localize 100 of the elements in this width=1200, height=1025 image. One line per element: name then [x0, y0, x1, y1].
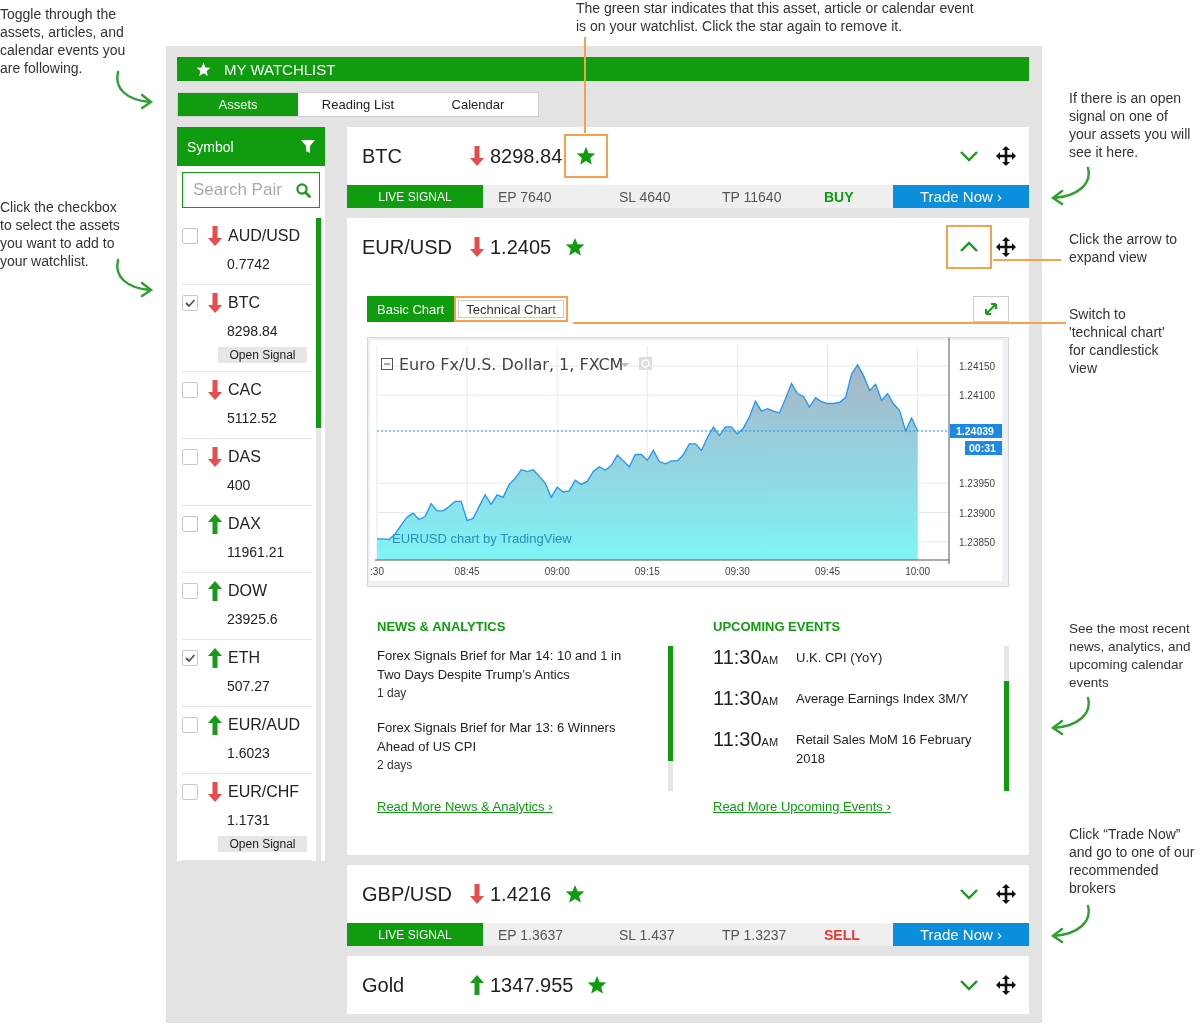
search-icon[interactable]: [296, 183, 311, 198]
asset-price: 1.4216: [490, 882, 552, 906]
annotation-text: Click the checkbox to select the assets you want to add to your watchlist.: [0, 198, 121, 270]
asset-price: 11961.21: [227, 544, 286, 560]
signal-badge: Open Signal: [218, 347, 307, 363]
stop-loss: SL 4640: [618, 187, 672, 207]
stop-loss: SL 1.437: [618, 925, 676, 945]
news-headline[interactable]: Forex Signals Brief for Mar 14: 10 and 1 in Two Days Despite Trump’s Antics: [377, 646, 639, 684]
take-profit: TP 11640: [721, 187, 783, 207]
event-title[interactable]: Retail Sales MoM 16 February 2018: [796, 728, 981, 769]
scrollbar[interactable]: [316, 218, 321, 861]
event-title[interactable]: Average Earnings Index 3M/Y: [796, 687, 981, 728]
checkbox[interactable]: [182, 650, 198, 666]
asset-price: 1.2405: [490, 235, 552, 259]
axis-label: 09:15: [634, 566, 660, 577]
read-more-link[interactable]: Read More News & Analytics ›: [377, 799, 553, 814]
asset-price: 8298.84: [490, 144, 563, 168]
price-tag: 1.24039: [950, 424, 1002, 438]
news-age: 2 days: [377, 757, 414, 774]
collapse-icon: [381, 358, 393, 370]
checkbox[interactable]: [182, 717, 198, 733]
list-item[interactable]: DAS 400: [182, 439, 312, 506]
list-item[interactable]: EUR/CHF 1.1731 Open Signal: [182, 774, 312, 861]
axis-label: :30: [370, 566, 384, 577]
asset-price: 23925.6: [227, 611, 279, 627]
axis-label: 1.23900: [959, 507, 996, 519]
asset-symbol: CAC: [228, 381, 262, 399]
asset-symbol: EUR/USD: [362, 235, 453, 259]
signal-action: SELL: [823, 925, 861, 945]
scrollbar[interactable]: [1004, 646, 1009, 791]
asset-price: 0.7742: [227, 256, 271, 272]
asset-price: 8298.84: [227, 323, 279, 339]
chart-title: Euro Fx/U.S. Dollar, 1, FXCM: [399, 355, 624, 374]
search-field[interactable]: Search Pair: [182, 172, 320, 208]
asset-symbol: BTC: [228, 294, 260, 312]
live-signal-label: LIVE SIGNAL: [347, 185, 483, 208]
axis-label: 1.24100: [959, 390, 996, 402]
checkbox[interactable]: [182, 583, 198, 599]
axis-label: 1.23850: [959, 536, 996, 548]
list-item[interactable]: CAC 5112.52: [182, 372, 312, 439]
move-icon[interactable]: [996, 237, 1016, 257]
event-meridiem: AM: [761, 736, 779, 748]
move-icon[interactable]: [996, 884, 1016, 904]
list-item[interactable]: DOW 23925.6: [182, 573, 312, 640]
asset-symbol: AUD/USD: [228, 227, 300, 245]
asset-symbol: DAX: [228, 515, 261, 533]
asset-symbol: ETH: [228, 649, 260, 667]
fullscreen-button[interactable]: [973, 296, 1009, 322]
asset-symbol: EUR/AUD: [228, 716, 300, 734]
entry-price: EP 1.3637: [497, 925, 565, 945]
read-more-link[interactable]: Read More Upcoming Events ›: [713, 799, 891, 814]
asset-price: 5112.52: [227, 410, 278, 426]
annotation-text: Click the arrow to expand view: [1069, 230, 1179, 266]
axis-label: 1.24150: [959, 360, 996, 372]
chart-credit: EURUSD chart by TradingView: [392, 531, 572, 546]
watchlist-title: MY WATCHLIST: [224, 60, 336, 78]
event-meridiem: AM: [761, 654, 779, 666]
tab[interactable]: Technical Chart: [454, 296, 568, 322]
take-profit: TP 1.3237: [721, 925, 788, 945]
checkbox[interactable]: [182, 382, 198, 398]
axis-label: 08:45: [454, 566, 480, 577]
star-button[interactable]: [564, 134, 609, 178]
checkbox[interactable]: [182, 449, 198, 465]
annotation-text: Switch to 'technical chart' for candlestick view: [1069, 305, 1166, 377]
caret-icon: [621, 363, 629, 367]
move-icon[interactable]: [996, 975, 1016, 995]
list-item[interactable]: ETH 507.27: [182, 640, 312, 707]
asset-symbol: EUR/CHF: [228, 783, 300, 801]
signal-badge: Open Signal: [218, 836, 307, 852]
move-icon[interactable]: [996, 146, 1016, 166]
axis-label: 09:30: [724, 566, 750, 577]
asset-price: 1347.955: [490, 973, 574, 997]
news-headline[interactable]: Forex Signals Brief for Mar 13: 6 Winners Ahead of US CPI: [377, 718, 639, 756]
tab[interactable]: Basic Chart: [367, 296, 455, 322]
list-item[interactable]: AUD/USD 0.7742: [182, 218, 312, 285]
event-meridiem: AM: [761, 695, 779, 707]
checkbox[interactable]: [182, 784, 198, 800]
checkbox[interactable]: [182, 228, 198, 244]
event-time: 11:30: [713, 646, 762, 668]
expand-toggle[interactable]: [946, 225, 992, 269]
tab[interactable]: Assets: [178, 93, 298, 116]
axis-label: 09:00: [544, 566, 570, 577]
list-item[interactable]: DAX 11961.21: [182, 506, 312, 573]
expand-icon: [983, 301, 999, 317]
filter-icon[interactable]: [301, 140, 315, 153]
star-icon: [196, 61, 211, 77]
trade-now-button[interactable]: Trade Now ›: [893, 185, 1029, 208]
news-age: 1 day: [377, 685, 408, 702]
scrollbar[interactable]: [668, 646, 673, 791]
signal-action: BUY: [823, 187, 855, 207]
list-item[interactable]: BTC 8298.84 Open Signal: [182, 285, 312, 372]
checkbox[interactable]: [182, 516, 198, 532]
trade-now-button[interactable]: Trade Now ›: [893, 923, 1029, 946]
countdown-tag: 00:31: [965, 441, 1002, 455]
event-title[interactable]: U.K. CPI (YoY): [796, 646, 981, 687]
asset-symbol: DOW: [228, 582, 268, 600]
checkbox[interactable]: [182, 295, 198, 311]
list-item[interactable]: EUR/AUD 1.6023: [182, 707, 312, 774]
axis-label: 09:45: [815, 566, 841, 577]
ref-line-label: 1.24039: [956, 425, 995, 438]
